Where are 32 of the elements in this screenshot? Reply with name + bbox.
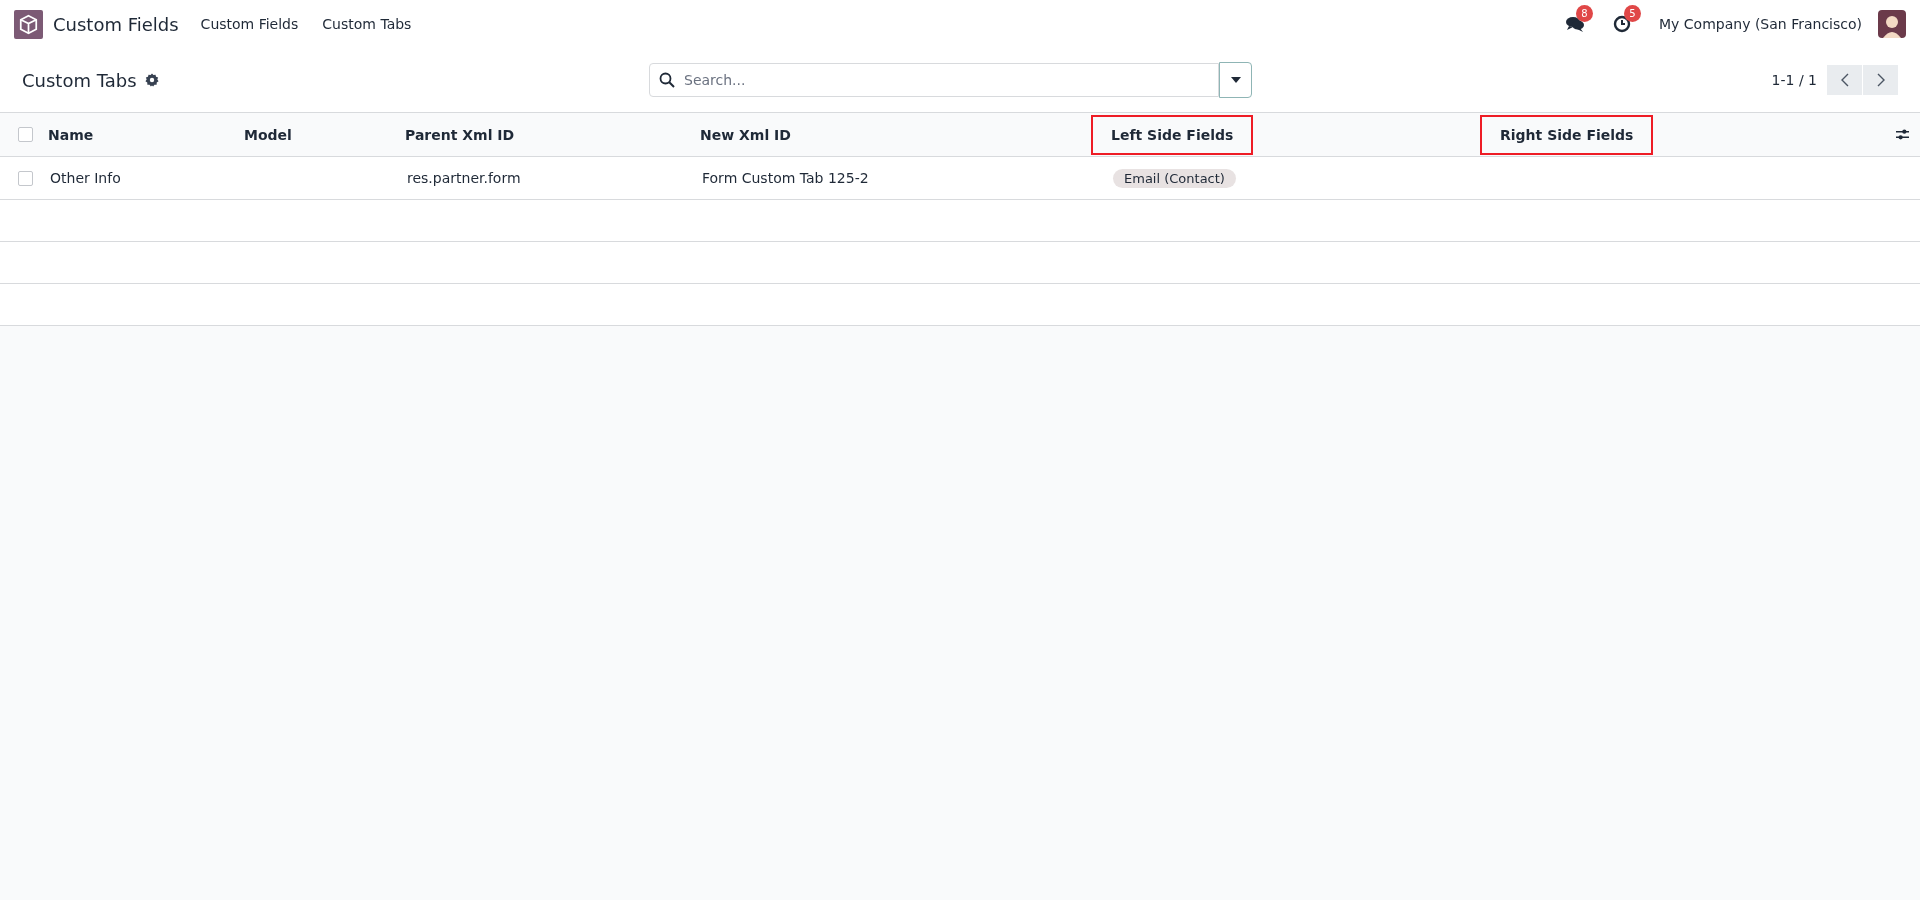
app-name[interactable]: Custom Fields bbox=[53, 13, 179, 35]
column-header[interactable]: Model bbox=[224, 114, 312, 155]
table-cell: res.partner.form bbox=[407, 170, 521, 186]
app-logo-icon[interactable] bbox=[14, 9, 43, 39]
company-switcher[interactable]: My Company (San Francisco) bbox=[1659, 16, 1862, 32]
chat-icon[interactable] bbox=[1565, 15, 1586, 33]
select-all-checkbox[interactable] bbox=[18, 127, 33, 142]
column-header[interactable]: Right Side Fields bbox=[1480, 114, 1654, 155]
clock-icon[interactable] bbox=[1613, 15, 1632, 33]
menu-link[interactable]: Custom Fields bbox=[200, 16, 299, 32]
table-cell: Form Custom Tab 125-2 bbox=[702, 170, 869, 186]
menu-link[interactable]: Custom Tabs bbox=[322, 16, 412, 32]
column-header[interactable]: Parent Xml ID bbox=[385, 114, 535, 155]
column-header[interactable]: Left Side Fields bbox=[1091, 114, 1254, 155]
chevron-left-icon bbox=[1840, 73, 1849, 87]
caret-icon bbox=[1230, 77, 1241, 83]
user-avatar[interactable] bbox=[1878, 10, 1906, 38]
notification-badge: 5 bbox=[1624, 5, 1642, 22]
column-header[interactable]: Name bbox=[28, 114, 114, 155]
search-options-toggle[interactable] bbox=[1219, 62, 1252, 98]
search-field[interactable]: Search... bbox=[649, 63, 1219, 97]
column-header[interactable]: New Xml ID bbox=[680, 114, 811, 155]
table-cell: Other Info bbox=[50, 170, 121, 186]
search-icon bbox=[659, 72, 675, 88]
settings-icon[interactable] bbox=[144, 73, 159, 87]
field-tag: Email (Contact) bbox=[1113, 168, 1236, 188]
column-settings-icon[interactable] bbox=[1895, 128, 1910, 141]
row-checkbox[interactable] bbox=[18, 170, 33, 186]
notification-badge: 8 bbox=[1576, 5, 1594, 22]
chevron-right-icon bbox=[1876, 73, 1885, 87]
pager-value[interactable]: 1-1 / 1 bbox=[1771, 72, 1817, 88]
page-title: Custom Tabs bbox=[22, 69, 137, 91]
